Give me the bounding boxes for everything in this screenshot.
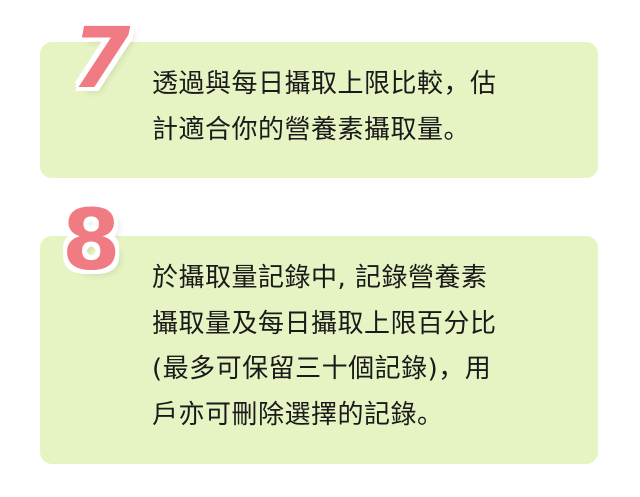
step-8-description: 於攝取量記錄中, 記錄營養素 攝取量及每日攝取上限百分比 (最多可保留三十個記錄… — [152, 263, 497, 430]
step-8-number: 8 — [62, 191, 121, 289]
step-7-number: 7 — [72, 9, 131, 107]
step-7-description: 透過與每日攝取上限比較，估 計適合你的營養素攝取量。 — [152, 69, 497, 145]
